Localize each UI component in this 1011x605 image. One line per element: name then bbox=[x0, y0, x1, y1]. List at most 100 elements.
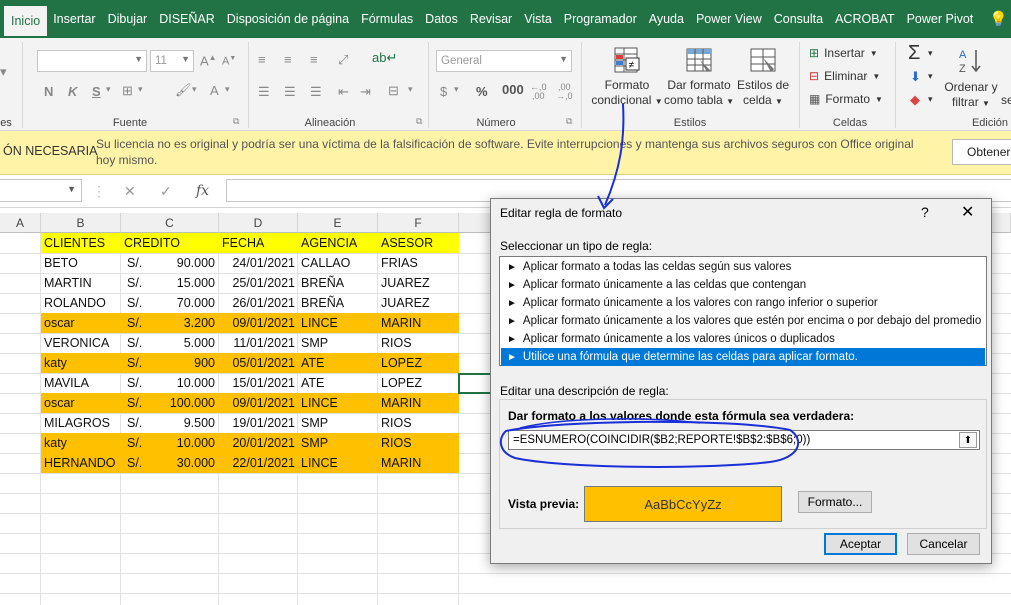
menu-tab[interactable]: Power Pivot bbox=[901, 0, 980, 38]
column-header[interactable]: A bbox=[0, 213, 41, 233]
chevron-down-icon[interactable]: ▾ bbox=[928, 48, 933, 59]
orientation-icon[interactable]: ⤢ bbox=[338, 52, 348, 68]
credit-cell[interactable]: 9.500 bbox=[150, 413, 218, 433]
header-cell[interactable]: FECHA bbox=[219, 233, 298, 253]
rule-type-option[interactable]: ► Aplicar formato únicamente a los valore… bbox=[501, 312, 985, 330]
date-cell[interactable]: 09/01/2021 bbox=[219, 313, 298, 333]
date-cell[interactable]: 22/01/2021 bbox=[219, 453, 298, 473]
menu-tab[interactable]: Consulta bbox=[768, 0, 829, 38]
menu-tab[interactable]: Disposición de página bbox=[221, 0, 355, 38]
sort-filter-button[interactable]: A Z Ordenar y filtrar ▼ bbox=[942, 46, 1000, 111]
rule-type-option[interactable]: ► Aplicar formato únicamente a los valore… bbox=[501, 330, 985, 348]
align-right-icon[interactable]: ☰ bbox=[310, 84, 322, 100]
increase-font-icon[interactable]: A▲ bbox=[200, 53, 217, 68]
fill-color-icon[interactable]: 🖌 bbox=[175, 82, 192, 98]
credit-cell[interactable]: 15.000 bbox=[150, 273, 218, 293]
insert-cells-button[interactable]: ⊞ Insertar ▼ bbox=[809, 46, 878, 60]
accounting-format-icon[interactable]: $ bbox=[440, 84, 447, 99]
column-header[interactable]: E bbox=[298, 213, 378, 233]
agency-cell[interactable]: SMP bbox=[298, 413, 378, 433]
client-cell[interactable]: katy bbox=[41, 433, 121, 453]
confirm-entry-icon[interactable]: ✓ bbox=[160, 183, 172, 200]
name-box[interactable]: ▼ bbox=[0, 179, 82, 202]
menu-tab[interactable]: Vista bbox=[518, 0, 558, 38]
cancel-entry-icon[interactable]: ✕ bbox=[124, 183, 136, 200]
comma-style-icon[interactable]: 000 bbox=[502, 82, 524, 97]
format-as-table-button[interactable]: Dar formato como tabla ▼ bbox=[664, 46, 734, 109]
client-cell[interactable]: oscar bbox=[41, 393, 121, 413]
agency-cell[interactable]: LINCE bbox=[298, 313, 378, 333]
credit-cell[interactable]: 3.200 bbox=[150, 313, 218, 333]
advisor-cell[interactable]: JUAREZ bbox=[378, 293, 459, 313]
format-cells-button[interactable]: ▦ Formato ▼ bbox=[809, 92, 883, 106]
client-cell[interactable]: MILAGROS bbox=[41, 413, 121, 433]
credit-cell[interactable]: 100.000 bbox=[150, 393, 218, 413]
header-cell[interactable]: ASESOR bbox=[378, 233, 459, 253]
agency-cell[interactable]: LINCE bbox=[298, 453, 378, 473]
header-cell[interactable]: AGENCIA bbox=[298, 233, 378, 253]
agency-cell[interactable]: SMP bbox=[298, 333, 378, 353]
close-icon[interactable]: ✕ bbox=[961, 202, 974, 222]
cancel-button[interactable]: Cancelar bbox=[907, 533, 980, 555]
chevron-down-icon[interactable]: ▾ bbox=[138, 84, 143, 95]
help-icon[interactable]: ? bbox=[921, 204, 929, 220]
italic-icon[interactable]: K bbox=[68, 84, 77, 99]
client-cell[interactable]: MAVILA bbox=[41, 373, 121, 393]
fill-icon[interactable]: ⬇ bbox=[910, 69, 921, 85]
rule-type-list[interactable]: ► Aplicar formato a todas las celdas segú… bbox=[499, 256, 987, 366]
date-cell[interactable]: 15/01/2021 bbox=[219, 373, 298, 393]
advisor-cell[interactable]: MARIN bbox=[378, 313, 459, 333]
advisor-cell[interactable]: MARIN bbox=[378, 453, 459, 473]
client-cell[interactable]: BETO bbox=[41, 253, 121, 273]
chevron-down-icon[interactable]: ▾ bbox=[106, 84, 111, 95]
insert-function-icon[interactable]: fx bbox=[196, 183, 209, 199]
credit-cell[interactable]: 10.000 bbox=[150, 373, 218, 393]
date-cell[interactable]: 25/01/2021 bbox=[219, 273, 298, 293]
advisor-cell[interactable]: RIOS bbox=[378, 333, 459, 353]
number-format-select[interactable]: General ▼ bbox=[436, 50, 572, 72]
chevron-down-icon[interactable]: ▾ bbox=[192, 84, 197, 95]
underline-icon[interactable]: S bbox=[92, 84, 101, 99]
column-header[interactable]: D bbox=[219, 213, 298, 233]
menu-tab[interactable]: Inicio bbox=[4, 6, 48, 38]
agency-cell[interactable]: ATE bbox=[298, 353, 378, 373]
column-header[interactable]: C bbox=[121, 213, 219, 233]
advisor-cell[interactable]: LOPEZ bbox=[378, 373, 459, 393]
agency-cell[interactable]: BREÑA bbox=[298, 273, 378, 293]
bold-icon[interactable]: N bbox=[44, 84, 53, 99]
client-cell[interactable]: oscar bbox=[41, 313, 121, 333]
decrease-font-icon[interactable]: A▼ bbox=[222, 55, 236, 68]
advisor-cell[interactable]: JUAREZ bbox=[378, 273, 459, 293]
agency-cell[interactable]: ATE bbox=[298, 373, 378, 393]
chevron-down-icon[interactable]: ▾ bbox=[928, 94, 933, 105]
chevron-down-icon[interactable]: ▾ bbox=[454, 84, 459, 95]
menu-tab[interactable]: Dibujar bbox=[102, 0, 154, 38]
decrease-decimal-icon[interactable]: ,00 →,0 bbox=[556, 83, 573, 101]
date-cell[interactable]: 20/01/2021 bbox=[219, 433, 298, 453]
chevron-down-icon[interactable]: ▾ bbox=[225, 84, 230, 95]
align-top-icon[interactable]: ≡ bbox=[258, 52, 266, 67]
agency-cell[interactable]: CALLAO bbox=[298, 253, 378, 273]
client-cell[interactable]: katy bbox=[41, 353, 121, 373]
font-color-icon[interactable]: A bbox=[210, 83, 219, 98]
chevron-down-icon[interactable]: ▾ bbox=[408, 84, 413, 95]
borders-icon[interactable]: ⊞ bbox=[122, 83, 133, 99]
dialog-launcher-icon[interactable]: ⧉ bbox=[416, 116, 422, 127]
percent-icon[interactable]: % bbox=[476, 84, 488, 99]
dialog-launcher-icon[interactable]: ⧉ bbox=[566, 116, 572, 127]
agency-cell[interactable]: BREÑA bbox=[298, 293, 378, 313]
rule-type-option[interactable]: ► Aplicar formato a todas las celdas segú… bbox=[501, 258, 985, 276]
client-cell[interactable]: ROLANDO bbox=[41, 293, 121, 313]
menu-tab[interactable]: Power View bbox=[690, 0, 768, 38]
advisor-cell[interactable]: RIOS bbox=[378, 413, 459, 433]
rule-type-option[interactable]: ► Aplicar formato únicamente a las celdas… bbox=[501, 276, 985, 294]
date-cell[interactable]: 11/01/2021 bbox=[219, 333, 298, 353]
ok-button[interactable]: Aceptar bbox=[824, 533, 897, 555]
advisor-cell[interactable]: MARIN bbox=[378, 393, 459, 413]
advisor-cell[interactable]: LOPEZ bbox=[378, 353, 459, 373]
date-cell[interactable]: 09/01/2021 bbox=[219, 393, 298, 413]
menu-tab[interactable]: Datos bbox=[419, 0, 464, 38]
clipboard-arrow-icon[interactable]: ▾ bbox=[0, 64, 7, 80]
delete-cells-button[interactable]: ⊟ Eliminar ▼ bbox=[809, 69, 880, 83]
rule-formula-input[interactable]: =ESNUMERO(COINCIDIR($B2;REPORTE!$B$2:$B$… bbox=[508, 430, 980, 450]
